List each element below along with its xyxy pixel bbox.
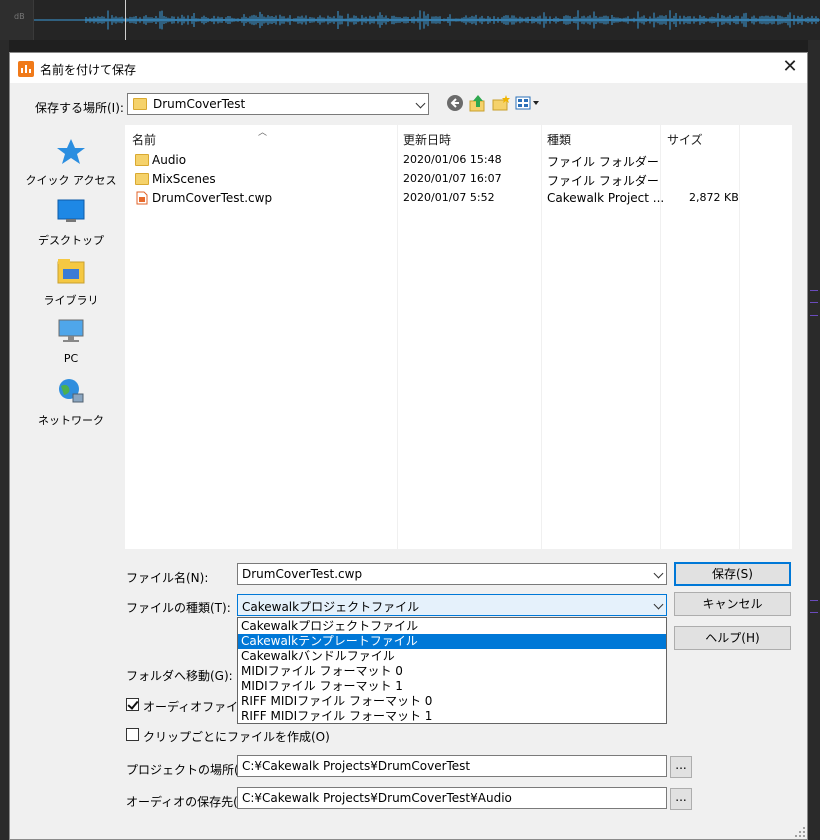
network-globe-icon bbox=[59, 379, 84, 403]
save-button[interactable]: 保存(S) bbox=[674, 562, 791, 586]
dialog-title: 名前を付けて保存 bbox=[40, 63, 137, 77]
place-label: デスクトップ bbox=[38, 234, 104, 247]
sort-ascending-icon: ︿ bbox=[258, 128, 268, 138]
up-folder-icon[interactable] bbox=[468, 93, 488, 113]
filetype-option[interactable]: MIDIファイル フォーマット 0 bbox=[238, 664, 666, 679]
file-row[interactable]: Audio 2020/01/06 15:48 ファイル フォルダー bbox=[125, 151, 792, 170]
column-header-type[interactable]: 種類 bbox=[547, 131, 571, 148]
audio-waveform bbox=[34, 10, 820, 30]
place-quick-access[interactable]: クイック アクセス bbox=[17, 137, 125, 188]
audio-location-value: C:¥Cakewalk Projects¥DrumCoverTest¥Audio bbox=[242, 791, 512, 805]
filename-input[interactable]: DrumCoverTest.cwp bbox=[237, 563, 667, 585]
folder-icon bbox=[133, 98, 147, 110]
place-pc[interactable]: PC bbox=[17, 317, 125, 365]
browse-project-button[interactable]: ... bbox=[670, 756, 692, 778]
desktop-icon bbox=[57, 199, 85, 222]
project-location-label: プロジェクトの場所(E): bbox=[126, 763, 255, 777]
file-row[interactable]: DrumCoverTest.cwp 2020/01/07 5:52 Cakewa… bbox=[125, 189, 792, 208]
filename-label: ファイル名(N): bbox=[126, 571, 209, 585]
column-header-name[interactable]: 名前 bbox=[132, 131, 156, 148]
browse-audio-button[interactable]: ... bbox=[670, 788, 692, 810]
per-clip-label: クリップごとにファイルを作成(O) bbox=[143, 730, 330, 744]
audio-location-label: オーディオの保存先(A) bbox=[126, 795, 251, 809]
file-name: DrumCoverTest.cwp bbox=[152, 191, 273, 205]
save-in-value: DrumCoverTest bbox=[153, 97, 246, 111]
filetype-option[interactable]: Cakewalkバンドルファイル bbox=[238, 649, 666, 664]
filetype-option[interactable]: Cakewalkプロジェクトファイル bbox=[238, 619, 666, 634]
filetype-option[interactable]: MIDIファイル フォーマット 1 bbox=[238, 679, 666, 694]
new-folder-icon[interactable] bbox=[491, 93, 511, 113]
daw-left-panel bbox=[0, 40, 9, 840]
file-list-view[interactable]: ︿ 名前 更新日時 種類 サイズ Audio 2020/01/06 15:48 … bbox=[125, 125, 792, 549]
column-header-size[interactable]: サイズ bbox=[667, 131, 703, 148]
file-type: ファイル フォルダー bbox=[547, 174, 659, 188]
place-label: PC bbox=[63, 352, 79, 365]
place-libraries[interactable]: ライブラリ bbox=[17, 257, 125, 308]
view-menu-icon[interactable] bbox=[514, 93, 542, 113]
file-modified: 2020/01/06 15:48 bbox=[403, 153, 502, 166]
filetype-option[interactable]: Cakewalkテンプレートファイル bbox=[238, 634, 666, 649]
library-icon bbox=[57, 259, 85, 284]
file-modified: 2020/01/07 16:07 bbox=[403, 172, 502, 185]
close-icon[interactable]: ✕ bbox=[773, 53, 807, 83]
ruler-label: dB bbox=[14, 12, 25, 21]
project-location-input[interactable]: C:¥Cakewalk Projects¥DrumCoverTest bbox=[237, 755, 667, 777]
chevron-down-icon bbox=[415, 98, 426, 109]
filetype-option[interactable]: RIFF MIDIファイル フォーマット 0 bbox=[238, 694, 666, 709]
save-in-label: 保存する場所(I): bbox=[35, 101, 124, 115]
file-name: MixScenes bbox=[152, 172, 216, 186]
playhead-cursor bbox=[125, 0, 126, 40]
file-type: ファイル フォルダー bbox=[547, 155, 659, 169]
track-ruler: dB bbox=[0, 0, 34, 40]
back-icon[interactable] bbox=[445, 93, 465, 113]
dialog-titlebar: 名前を付けて保存 ✕ bbox=[10, 53, 807, 83]
column-header-modified[interactable]: 更新日時 bbox=[403, 131, 451, 148]
goto-folder-label: フォルダへ移動(G): bbox=[126, 669, 233, 683]
filetype-label: ファイルの種類(T): bbox=[126, 601, 231, 615]
cwp-file-icon bbox=[136, 191, 148, 205]
filetype-value: Cakewalkプロジェクトファイル bbox=[242, 600, 420, 614]
save-in-combo[interactable]: DrumCoverTest bbox=[127, 93, 429, 115]
folder-icon bbox=[135, 173, 149, 185]
daw-right-panel bbox=[808, 40, 820, 840]
cakewalk-app-icon bbox=[18, 61, 34, 77]
resize-grip[interactable] bbox=[793, 825, 805, 837]
project-location-value: C:¥Cakewalk Projects¥DrumCoverTest bbox=[242, 759, 471, 773]
place-label: クイック アクセス bbox=[25, 174, 117, 187]
per-clip-checkbox[interactable] bbox=[126, 728, 139, 741]
star-icon bbox=[57, 139, 85, 164]
cancel-button[interactable]: キャンセル bbox=[674, 592, 791, 616]
places-bar: クイック アクセス デスクトップ ライブラリ PC ネットワーク bbox=[17, 125, 125, 555]
filetype-select[interactable]: Cakewalkプロジェクトファイル bbox=[237, 594, 667, 616]
computer-icon bbox=[58, 319, 84, 342]
place-desktop[interactable]: デスクトップ bbox=[17, 197, 125, 248]
filename-value: DrumCoverTest.cwp bbox=[242, 567, 363, 581]
chevron-down-icon bbox=[653, 599, 664, 610]
place-network[interactable]: ネットワーク bbox=[17, 377, 125, 428]
place-label: ライブラリ bbox=[43, 294, 99, 307]
chevron-down-icon[interactable] bbox=[653, 568, 664, 579]
help-button[interactable]: ヘルプ(H) bbox=[674, 626, 791, 650]
daw-track-strip: dB bbox=[0, 0, 820, 40]
filetype-dropdown-list[interactable]: Cakewalkプロジェクトファイル Cakewalkテンプレートファイル Cake… bbox=[237, 617, 667, 724]
file-type: Cakewalk Project ... bbox=[547, 191, 665, 205]
audio-location-input[interactable]: C:¥Cakewalk Projects¥DrumCoverTest¥Audio bbox=[237, 787, 667, 809]
file-name: Audio bbox=[152, 153, 187, 167]
place-label: ネットワーク bbox=[38, 414, 104, 427]
folder-icon bbox=[135, 154, 149, 166]
save-as-dialog: 名前を付けて保存 ✕ 保存する場所(I): DrumCoverTest クイック… bbox=[9, 52, 808, 840]
file-modified: 2020/01/07 5:52 bbox=[403, 191, 495, 204]
file-size: 2,872 KB bbox=[689, 191, 739, 204]
filetype-option[interactable]: RIFF MIDIファイル フォーマット 1 bbox=[238, 709, 666, 724]
file-row[interactable]: MixScenes 2020/01/07 16:07 ファイル フォルダー bbox=[125, 170, 792, 189]
copy-audio-checkbox[interactable] bbox=[126, 698, 139, 711]
